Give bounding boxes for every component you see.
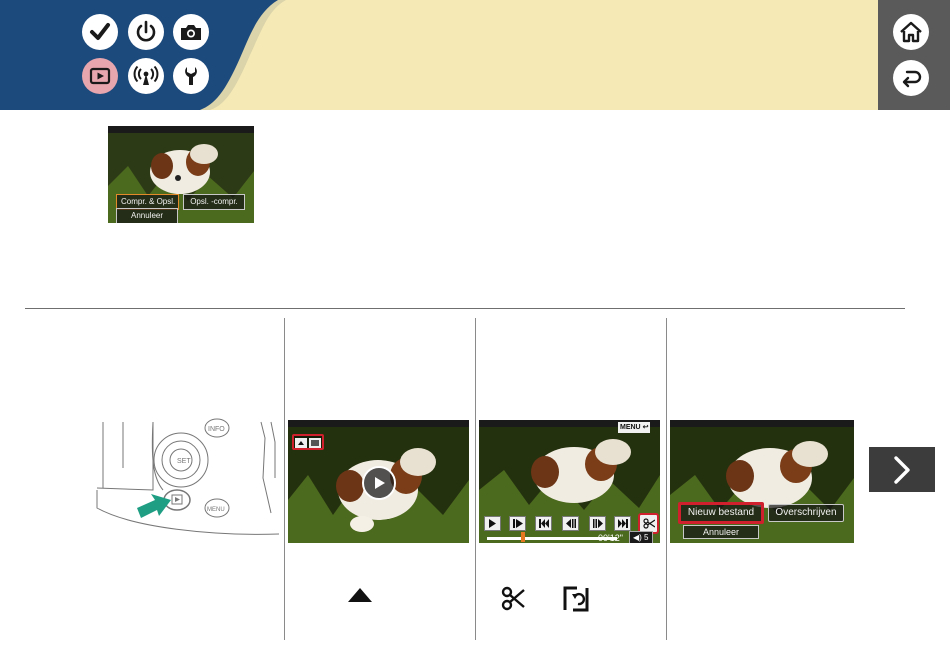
camera-icon[interactable] [173, 14, 209, 50]
playback-icon[interactable] [82, 58, 118, 94]
home-icon[interactable] [893, 14, 929, 50]
compress-menu-screen: Compr. & Opsl. Opsl. -compr. Annuleer [108, 126, 254, 223]
movie-playback-screen [288, 420, 469, 543]
edit-panel-screen: MENU ↩ 00'12" ◀) 5 [479, 420, 660, 543]
play-icon[interactable] [362, 466, 396, 500]
first-frame-icon[interactable] [535, 516, 552, 531]
check-icon[interactable] [82, 14, 118, 50]
play-icon[interactable] [484, 516, 501, 531]
previous-frame-icon[interactable] [562, 516, 579, 531]
svg-text:INFO: INFO [208, 426, 225, 433]
wireless-icon[interactable] [128, 58, 164, 94]
cancel-button[interactable]: Annuleer [683, 525, 759, 539]
back-icon[interactable] [893, 60, 929, 96]
column-divider [284, 318, 285, 640]
cancel-button[interactable]: Annuleer [116, 208, 178, 223]
new-file-button[interactable]: Nieuw bestand [678, 502, 764, 524]
trim-save-icon [563, 586, 589, 612]
mode-indicator [292, 434, 324, 450]
edit-controls [481, 513, 659, 534]
slow-motion-icon[interactable] [509, 516, 526, 531]
playhead-marker[interactable] [521, 532, 525, 542]
screen-top-bar [288, 420, 469, 427]
column-divider [475, 318, 476, 640]
volume-value: 5 [644, 533, 649, 542]
timecode: 00'12" [598, 533, 623, 543]
screen-top-bar [670, 420, 854, 427]
svg-text:SET: SET [177, 458, 191, 465]
wrench-icon[interactable] [173, 58, 209, 94]
section-divider [25, 308, 905, 309]
last-frame-icon[interactable] [614, 516, 631, 531]
mode-indicator-icon [295, 438, 321, 448]
up-triangle-icon [348, 588, 372, 602]
overwrite-button[interactable]: Overschrijven [768, 504, 844, 522]
next-page-button[interactable] [869, 447, 935, 492]
volume-indicator: ◀) 5 [629, 531, 653, 543]
next-frame-icon[interactable] [589, 516, 606, 531]
menu-label: MENU [620, 424, 641, 431]
page-header [0, 0, 950, 110]
screen-top-bar [108, 126, 254, 133]
menu-back-button[interactable]: MENU ↩ [618, 422, 651, 433]
save-options-screen: Nieuw bestand Overschrijven Annuleer [670, 420, 854, 543]
scissors-icon [501, 586, 525, 611]
save-without-compress-button[interactable]: Opsl. -compr. [183, 194, 245, 210]
power-icon[interactable] [128, 14, 164, 50]
camera-playback-button-illustration: SET INFO MENU [96, 418, 279, 535]
svg-text:MENU: MENU [207, 507, 225, 513]
chevron-right-icon [894, 455, 910, 484]
column-divider [666, 318, 667, 640]
